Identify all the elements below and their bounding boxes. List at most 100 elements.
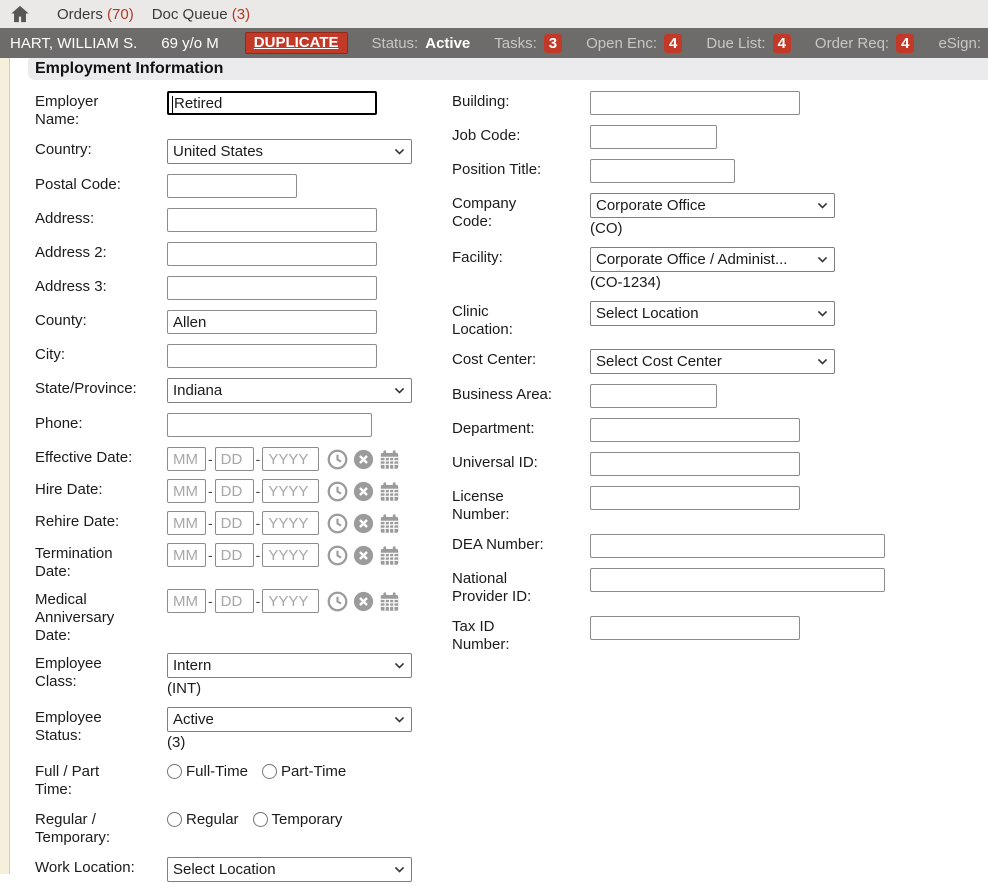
calendar-icon[interactable] (379, 481, 400, 502)
work-location-label: Work Location: (35, 857, 167, 877)
clear-date-icon[interactable] (353, 513, 374, 534)
calendar-icon[interactable] (379, 449, 400, 470)
address-label: Address: (35, 208, 167, 228)
duplicate-flag[interactable]: DUPLICATE (245, 32, 348, 54)
hire-date-year-field[interactable] (262, 479, 319, 503)
business-area-field[interactable] (590, 384, 717, 408)
national-provider-id-field[interactable] (590, 568, 885, 592)
license-number-label: License Number: (452, 486, 590, 524)
tax-id-number-field[interactable] (590, 616, 800, 640)
regular-radio[interactable] (167, 812, 182, 827)
clock-icon[interactable] (327, 545, 348, 566)
state-province-label: State/Province: (35, 378, 167, 398)
order-req-count-badge[interactable]: 4 (896, 34, 914, 53)
medical-anniversary-day-field[interactable] (215, 589, 254, 613)
address3-field[interactable] (167, 276, 377, 300)
clock-icon[interactable] (327, 449, 348, 470)
hire-date-label: Hire Date: (35, 479, 167, 499)
home-icon[interactable] (9, 3, 31, 25)
rehire-date-month-field[interactable] (167, 511, 206, 535)
clear-date-icon[interactable] (353, 481, 374, 502)
nav-link-doc-queue[interactable]: Doc Queue (3) (152, 6, 250, 23)
part-time-radio[interactable] (262, 764, 277, 779)
form-column-right: Building: Job Code: Position Title: Comp… (452, 91, 922, 664)
effective-date-day-field[interactable] (215, 447, 254, 471)
city-field[interactable] (167, 344, 377, 368)
clinic-location-label: Clinic Location: (452, 301, 590, 339)
company-code-select[interactable]: Corporate Office (590, 193, 835, 218)
postal-code-label: Postal Code: (35, 174, 167, 194)
postal-code-field[interactable] (167, 174, 297, 198)
job-code-label: Job Code: (452, 125, 590, 145)
calendar-icon[interactable] (379, 545, 400, 566)
esign-label: eSign: (938, 35, 981, 52)
address2-label: Address 2: (35, 242, 167, 262)
tasks-count-badge[interactable]: 3 (544, 34, 562, 53)
work-location-select[interactable]: Select Location (167, 857, 412, 882)
effective-date-year-field[interactable] (262, 447, 319, 471)
clock-icon[interactable] (327, 481, 348, 502)
part-time-radio-label: Part-Time (281, 763, 346, 780)
due-list-label: Due List: (706, 35, 765, 52)
hire-date-day-field[interactable] (215, 479, 254, 503)
full-time-radio-label: Full-Time (186, 763, 248, 780)
building-field[interactable] (590, 91, 800, 115)
employer-name-field[interactable] (167, 91, 377, 115)
clock-icon[interactable] (327, 513, 348, 534)
employee-class-select[interactable]: Intern (167, 653, 412, 678)
position-title-field[interactable] (590, 159, 735, 183)
address2-field[interactable] (167, 242, 377, 266)
employee-status-select[interactable]: Active (167, 707, 412, 732)
employee-class-label: Employee Class: (35, 653, 167, 691)
tax-id-number-label: Tax ID Number: (452, 616, 590, 654)
full-time-radio[interactable] (167, 764, 182, 779)
building-label: Building: (452, 91, 590, 111)
calendar-icon[interactable] (379, 591, 400, 612)
clear-date-icon[interactable] (353, 449, 374, 470)
country-label: Country: (35, 139, 167, 159)
effective-date-month-field[interactable] (167, 447, 206, 471)
nav-link-orders[interactable]: Orders (70) (57, 6, 134, 23)
department-field[interactable] (590, 418, 800, 442)
form-column-left: Employer Name: Country: United States Po… (35, 91, 440, 892)
medical-anniversary-year-field[interactable] (262, 589, 319, 613)
clear-date-icon[interactable] (353, 545, 374, 566)
dea-number-field[interactable] (590, 534, 885, 558)
company-code-label: Company Code: (452, 193, 590, 231)
nav-link-count: (70) (107, 6, 134, 23)
medical-anniversary-month-field[interactable] (167, 589, 206, 613)
open-enc-count-badge[interactable]: 4 (664, 34, 682, 53)
clock-icon[interactable] (327, 591, 348, 612)
status-value: Active (425, 35, 470, 52)
top-nav-bar: Orders (70) Doc Queue (3) (0, 0, 988, 28)
calendar-icon[interactable] (379, 513, 400, 534)
clinic-location-select[interactable]: Select Location (590, 301, 835, 326)
nav-link-label: Orders (57, 6, 103, 23)
rehire-date-year-field[interactable] (262, 511, 319, 535)
temporary-radio[interactable] (253, 812, 268, 827)
phone-field[interactable] (167, 413, 372, 437)
department-label: Department: (452, 418, 590, 438)
due-list-count-badge[interactable]: 4 (773, 34, 791, 53)
rehire-date-day-field[interactable] (215, 511, 254, 535)
job-code-field[interactable] (590, 125, 717, 149)
section-header: Employment Information (28, 58, 988, 80)
universal-id-field[interactable] (590, 452, 800, 476)
hire-date-month-field[interactable] (167, 479, 206, 503)
termination-date-month-field[interactable] (167, 543, 206, 567)
phone-label: Phone: (35, 413, 167, 433)
termination-date-day-field[interactable] (215, 543, 254, 567)
nav-link-label: Doc Queue (152, 6, 228, 23)
facility-select[interactable]: Corporate Office / Administ... (590, 247, 835, 272)
clear-date-icon[interactable] (353, 591, 374, 612)
state-province-select[interactable]: Indiana (167, 378, 412, 403)
address-field[interactable] (167, 208, 377, 232)
termination-date-year-field[interactable] (262, 543, 319, 567)
employee-status-code: (3) (167, 734, 412, 751)
employee-class-code: (INT) (167, 680, 412, 697)
license-number-field[interactable] (590, 486, 800, 510)
county-field[interactable] (167, 310, 377, 334)
country-select[interactable]: United States (167, 139, 412, 164)
status-label: Status: (372, 35, 419, 52)
cost-center-select[interactable]: Select Cost Center (590, 349, 835, 374)
